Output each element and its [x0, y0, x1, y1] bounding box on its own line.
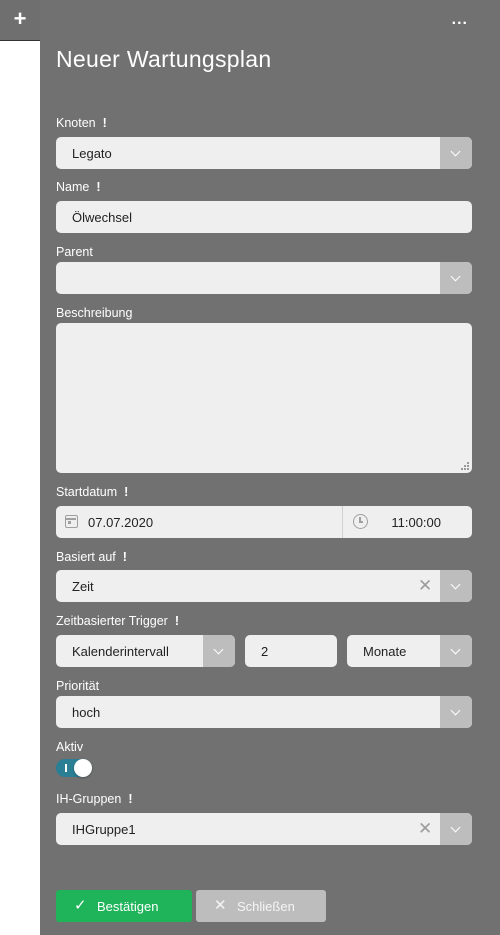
- chevron-down-icon[interactable]: [440, 570, 472, 602]
- time-input[interactable]: 11:00:00: [391, 515, 441, 530]
- close-button[interactable]: ✕ Schließen: [196, 890, 326, 922]
- name-label: Name!: [56, 180, 101, 194]
- startdatum-label: Startdatum!: [56, 485, 129, 499]
- chevron-down-icon[interactable]: [440, 137, 472, 169]
- required-icon: !: [124, 485, 129, 499]
- basiert-auf-label: Basiert auf!: [56, 550, 127, 564]
- resize-grip-icon[interactable]: [461, 462, 469, 470]
- chevron-down-icon[interactable]: [440, 635, 472, 667]
- chevron-down-icon[interactable]: [203, 635, 235, 667]
- trigger-count-input[interactable]: 2: [245, 635, 337, 667]
- beschreibung-textarea[interactable]: [56, 323, 472, 473]
- aktiv-toggle[interactable]: [56, 759, 92, 777]
- divider: [0, 40, 40, 41]
- confirm-button[interactable]: ✓ Bestätigen: [56, 890, 192, 922]
- form-panel: ... Neuer Wartungsplan Knoten! Legato Na…: [40, 0, 500, 935]
- prioritaet-select[interactable]: hoch: [56, 696, 472, 728]
- prioritaet-label: Priorität: [56, 679, 100, 693]
- calendar-icon[interactable]: [65, 515, 78, 528]
- more-dots-icon[interactable]: ...: [452, 12, 468, 28]
- beschreibung-label: Beschreibung: [56, 306, 133, 320]
- close-icon: ✕: [214, 897, 227, 914]
- aktiv-label: Aktiv: [56, 740, 84, 754]
- required-icon: !: [102, 116, 107, 130]
- ih-gruppen-select[interactable]: IHGruppe1 ✕: [56, 813, 472, 845]
- knoten-label: Knoten!: [56, 116, 107, 130]
- trigger-label: Zeitbasierter Trigger!: [56, 614, 180, 628]
- ih-gruppen-label: IH-Gruppen!: [56, 792, 133, 806]
- clear-icon[interactable]: ✕: [418, 820, 432, 838]
- trigger-type-select[interactable]: Kalenderintervall: [56, 635, 235, 667]
- date-input[interactable]: 07.07.2020: [88, 515, 153, 530]
- chevron-down-icon[interactable]: [440, 262, 472, 294]
- clear-icon[interactable]: ✕: [418, 577, 432, 595]
- parent-label: Parent: [56, 245, 93, 259]
- basiert-auf-select[interactable]: Zeit ✕: [56, 570, 472, 602]
- chevron-down-icon[interactable]: [440, 696, 472, 728]
- parent-select[interactable]: [56, 262, 472, 294]
- left-rail: +: [0, 0, 40, 935]
- divider: [342, 506, 343, 538]
- knoten-select[interactable]: Legato: [56, 137, 472, 169]
- plus-icon: +: [13, 6, 27, 31]
- required-icon: !: [174, 614, 180, 628]
- trigger-unit-select[interactable]: Monate: [347, 635, 472, 667]
- name-field[interactable]: Ölwechsel: [56, 201, 472, 233]
- required-icon: !: [128, 792, 133, 806]
- toggle-knob: [74, 759, 92, 777]
- check-icon: ✓: [74, 897, 87, 914]
- chevron-down-icon[interactable]: [440, 813, 472, 845]
- clock-icon[interactable]: [353, 514, 368, 529]
- required-icon: !: [122, 550, 127, 564]
- page-title: Neuer Wartungsplan: [56, 46, 272, 72]
- startdatum-field: 07.07.2020 11:00:00: [56, 506, 472, 538]
- required-icon: !: [96, 180, 101, 194]
- add-button[interactable]: +: [0, 0, 40, 40]
